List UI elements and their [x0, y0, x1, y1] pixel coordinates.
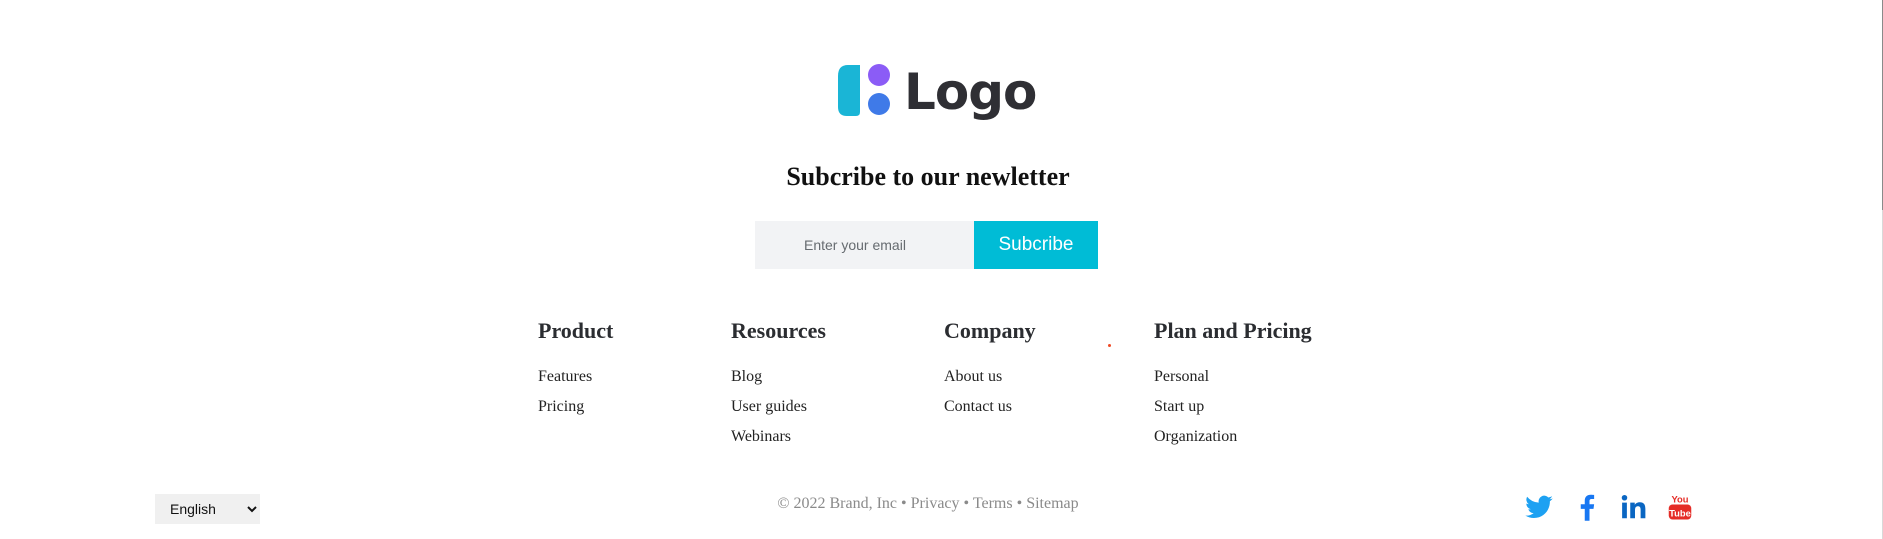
- footer-link-organization[interactable]: Organization: [1154, 428, 1237, 445]
- sitemap-link[interactable]: Sitemap: [1026, 495, 1078, 512]
- copyright-text: © 2022 Brand, Inc: [777, 495, 898, 512]
- linkedin-link[interactable]: [1619, 492, 1649, 522]
- column-heading: Product: [538, 318, 614, 343]
- footer-link-webinars[interactable]: Webinars: [731, 428, 791, 445]
- twitter-icon: [1525, 495, 1553, 519]
- svg-text:Tube: Tube: [1669, 508, 1691, 518]
- linkedin-icon: [1621, 495, 1646, 519]
- decorative-dot: [1108, 344, 1111, 347]
- column-heading: Plan and Pricing: [1154, 318, 1312, 343]
- footer-link-blog[interactable]: Blog: [731, 368, 762, 385]
- youtube-icon: You Tube: [1668, 495, 1692, 520]
- footer-link-features[interactable]: Features: [538, 368, 592, 385]
- column-heading: Resources: [731, 318, 826, 343]
- footer-column-resources: Resources Blog User guides Webinars: [731, 318, 826, 452]
- logo-mark-icon: [838, 64, 890, 116]
- email-input[interactable]: [755, 221, 974, 269]
- footer-link-user-guides[interactable]: User guides: [731, 398, 807, 415]
- youtube-link[interactable]: You Tube: [1665, 492, 1695, 522]
- footer-link-personal[interactable]: Personal: [1154, 368, 1209, 385]
- footer-link-contact-us[interactable]: Contact us: [944, 398, 1012, 415]
- facebook-icon: [1580, 494, 1595, 521]
- newsletter-form: Subcribe: [755, 221, 1098, 269]
- facebook-link[interactable]: [1572, 492, 1602, 522]
- twitter-link[interactable]: [1524, 492, 1554, 522]
- footer-link-pricing[interactable]: Pricing: [538, 398, 584, 415]
- separator: •: [897, 495, 911, 512]
- privacy-link[interactable]: Privacy: [911, 495, 960, 512]
- footer-link-start-up[interactable]: Start up: [1154, 398, 1204, 415]
- footer-column-plan-and-pricing: Plan and Pricing Personal Start up Organ…: [1154, 318, 1312, 452]
- svg-text:You: You: [1672, 495, 1689, 505]
- newsletter-title: Subcribe to our newletter: [786, 162, 1070, 191]
- footer-column-product: Product Features Pricing: [538, 318, 613, 422]
- column-heading: Company: [944, 318, 1036, 343]
- brand-logo[interactable]: Logo: [838, 60, 1037, 121]
- footer-column-company: Company About us Contact us: [944, 318, 1036, 422]
- separator: •: [1012, 495, 1027, 512]
- separator: •: [959, 495, 973, 512]
- subscribe-button[interactable]: Subcribe: [974, 221, 1098, 269]
- terms-link[interactable]: Terms: [973, 495, 1013, 512]
- footer-link-about-us[interactable]: About us: [944, 368, 1002, 385]
- logo-wordmark: Logo: [904, 63, 1037, 121]
